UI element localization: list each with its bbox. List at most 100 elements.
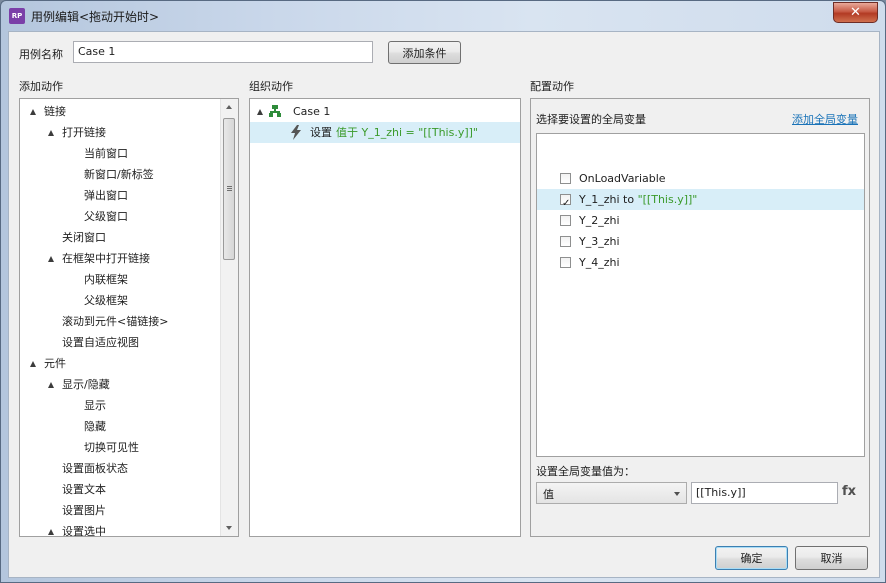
tree-item-label: 显示/隐藏	[62, 378, 110, 391]
tree-item-label: 设置文本	[62, 483, 106, 496]
window-title: 用例编辑<拖动开始时>	[31, 10, 160, 24]
close-button[interactable]: ✕	[833, 2, 878, 23]
tree-item-label: 关闭窗口	[62, 231, 106, 244]
variable-row[interactable]: OnLoadVariable	[537, 168, 864, 189]
configure-actions-panel: 选择要设置的全局变量 添加全局变量 OnLoadVariable ✓ Y_1_zhi…	[530, 98, 870, 537]
tree-item[interactable]: 隐藏	[20, 416, 220, 437]
variable-name: OnLoadVariable	[579, 172, 666, 185]
add-actions-header: 添加动作	[19, 80, 63, 93]
lightning-icon	[291, 125, 301, 140]
tree-item[interactable]: 内联框架	[20, 269, 220, 290]
tree-item[interactable]: 设置文本	[20, 479, 220, 500]
variable-checkbox[interactable]: ✓	[560, 194, 571, 209]
tree-item-label: 设置面板状态	[62, 462, 128, 475]
dialog-content: 用例名称 Case 1 添加条件 添加动作 组织动作 配置动作 链接打开链接当前…	[8, 31, 880, 578]
variable-name: Y_2_zhi	[579, 214, 620, 227]
dialog-window: RP 用例编辑<拖动开始时> ✕ 用例名称 Case 1 添加条件 添加动作 组…	[0, 0, 886, 583]
case-icon	[269, 105, 281, 117]
tree-item[interactable]: 显示/隐藏	[20, 374, 220, 395]
tree-item-label: 设置自适应视图	[62, 336, 139, 349]
expand-icon[interactable]	[48, 529, 54, 535]
tree-item[interactable]: 弹出窗口	[20, 185, 220, 206]
scroll-thumb[interactable]	[223, 118, 235, 260]
tree-item-label: 隐藏	[84, 420, 106, 433]
tree-item-label: 显示	[84, 399, 106, 412]
tree-item[interactable]: 切换可见性	[20, 437, 220, 458]
tree-item[interactable]: 当前窗口	[20, 143, 220, 164]
tree-item[interactable]: 链接	[20, 101, 220, 122]
expand-icon[interactable]	[257, 109, 263, 115]
case-name-input[interactable]: Case 1	[73, 41, 373, 63]
variable-row[interactable]: Y_4_zhi	[537, 252, 864, 273]
tree-item-label: 弹出窗口	[84, 189, 128, 202]
expand-icon[interactable]	[30, 361, 36, 367]
tree-item[interactable]: 关闭窗口	[20, 227, 220, 248]
app-icon: RP	[9, 8, 25, 24]
tree-item-label: 设置图片	[62, 504, 106, 517]
cancel-button[interactable]: 取消	[795, 546, 868, 570]
action-row-selected[interactable]: 设置 值于 Y_1_zhi = "[[This.y]]"	[250, 122, 520, 143]
fx-icon[interactable]: fx	[842, 484, 856, 499]
variable-name: Y_4_zhi	[579, 256, 620, 269]
tree-item-label: 新窗口/新标签	[84, 168, 154, 181]
organize-actions-header: 组织动作	[249, 80, 293, 93]
variable-checkbox[interactable]	[560, 257, 571, 268]
tree-item-label: 打开链接	[62, 126, 106, 139]
tree-item[interactable]: 父级框架	[20, 290, 220, 311]
tree-item[interactable]: 滚动到元件<锚链接>	[20, 311, 220, 332]
variable-row[interactable]: ✓ Y_1_zhi to "[[This.y]]"	[537, 189, 864, 210]
add-condition-button[interactable]: 添加条件	[388, 41, 461, 64]
global-variable-list: OnLoadVariable ✓ Y_1_zhi to "[[This.y]]" Y_…	[536, 133, 865, 457]
title-bar[interactable]: RP 用例编辑<拖动开始时> ✕	[1, 1, 885, 31]
case-row[interactable]: Case 1	[250, 101, 520, 122]
add-global-variable-link[interactable]: 添加全局变量	[792, 111, 858, 127]
tree-item-label: 元件	[44, 357, 66, 370]
tree-item[interactable]: 父级窗口	[20, 206, 220, 227]
tree-item-label: 父级窗口	[84, 210, 128, 223]
tree-item-label: 内联框架	[84, 273, 128, 286]
variable-checkbox[interactable]	[560, 173, 571, 184]
variable-checkbox[interactable]	[560, 215, 571, 226]
expand-icon[interactable]	[30, 109, 36, 115]
case-name-label: 用例名称	[19, 48, 63, 61]
expand-icon[interactable]	[48, 130, 54, 136]
variable-checkbox[interactable]	[560, 236, 571, 247]
tree-item[interactable]: 设置图片	[20, 500, 220, 521]
action-prefix: 设置	[310, 126, 332, 139]
tree-item[interactable]: 在框架中打开链接	[20, 248, 220, 269]
select-global-label: 选择要设置的全局变量	[536, 113, 646, 126]
ok-button[interactable]: 确定	[715, 546, 788, 570]
variable-value: "[[This.y]]"	[637, 193, 698, 206]
case-label: Case 1	[293, 105, 331, 118]
tree-item-label: 链接	[44, 105, 66, 118]
variable-name: Y_1_zhi	[579, 193, 620, 206]
value-input[interactable]: [[This.y]]	[691, 482, 838, 504]
tree-item[interactable]: 显示	[20, 395, 220, 416]
expand-icon[interactable]	[48, 256, 54, 262]
tree-item[interactable]: 新窗口/新标签	[20, 164, 220, 185]
tree-item[interactable]: 设置选中	[20, 521, 220, 537]
scroll-down-icon[interactable]	[226, 526, 232, 530]
value-type-text: 值	[543, 488, 554, 501]
tree-scrollbar[interactable]	[220, 99, 238, 536]
tree-item-label: 设置选中	[62, 525, 106, 537]
action-detail: 值于 Y_1_zhi = "[[This.y]]"	[336, 126, 478, 139]
tree-item[interactable]: 设置面板状态	[20, 458, 220, 479]
tree-item-label: 切换可见性	[84, 441, 139, 454]
variable-name: Y_3_zhi	[579, 235, 620, 248]
scroll-up-icon[interactable]	[226, 105, 232, 109]
tree-item-label: 当前窗口	[84, 147, 128, 160]
tree-item[interactable]: 元件	[20, 353, 220, 374]
tree-item[interactable]: 打开链接	[20, 122, 220, 143]
tree-item-label: 在框架中打开链接	[62, 252, 150, 265]
variable-row[interactable]: Y_3_zhi	[537, 231, 864, 252]
tree-item-label: 父级框架	[84, 294, 128, 307]
configure-actions-header: 配置动作	[530, 80, 574, 93]
tree-item-label: 滚动到元件<锚链接>	[62, 315, 169, 328]
variable-row[interactable]: Y_2_zhi	[537, 210, 864, 231]
value-type-dropdown[interactable]: 值	[536, 482, 687, 504]
tree-item[interactable]: 设置自适应视图	[20, 332, 220, 353]
expand-icon[interactable]	[48, 382, 54, 388]
set-value-label: 设置全局变量值为：	[536, 465, 635, 478]
chevron-down-icon	[674, 492, 680, 496]
